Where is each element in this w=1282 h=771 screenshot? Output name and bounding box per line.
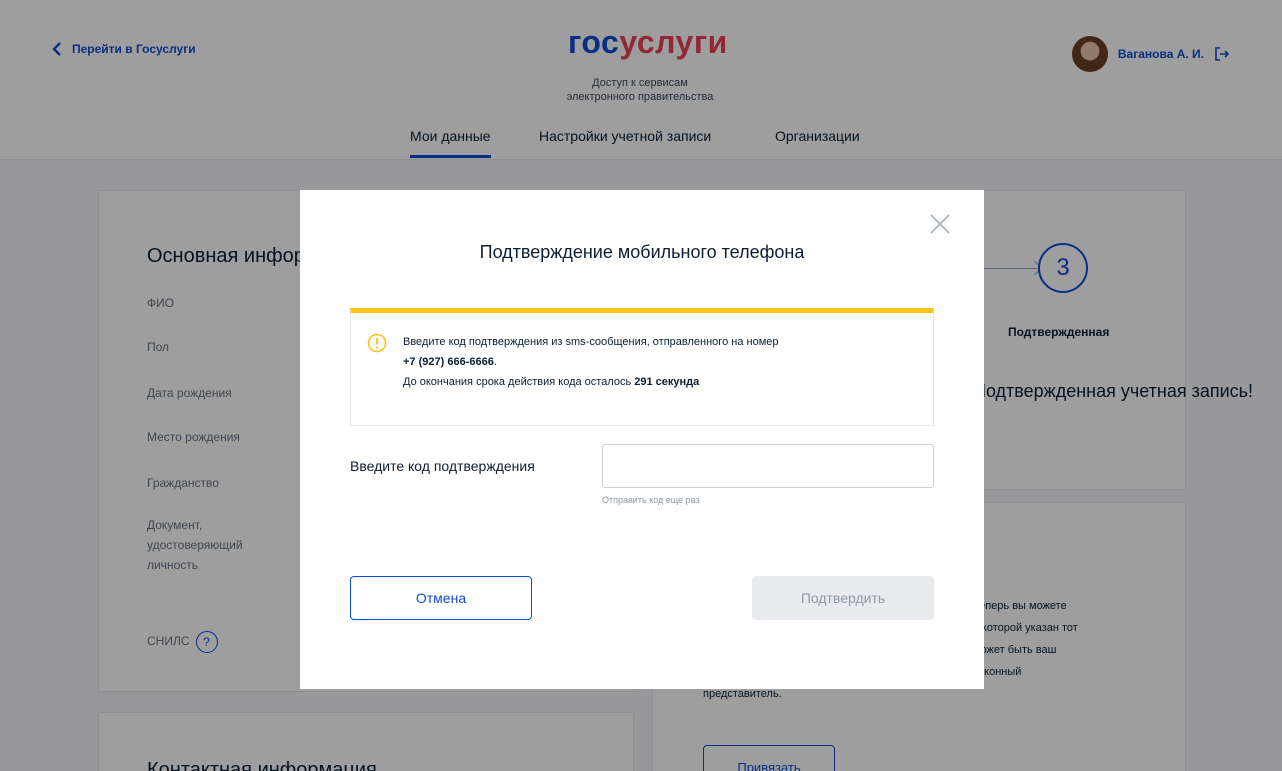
sms-alert: Введите код подтверждения из sms-сообщен…	[350, 308, 934, 426]
modal-title: Подтверждение мобильного телефона	[479, 242, 805, 262]
alert-line-3: До окончания срока действия кода осталос…	[403, 372, 923, 392]
alert-text: Введите код подтверждения из sms-сообщен…	[403, 332, 923, 392]
phone-suffix: .	[493, 356, 497, 368]
code-label: Введите код подтверждения	[350, 458, 535, 474]
cancel-button[interactable]: Отмена	[350, 576, 532, 620]
confirmation-code-input[interactable]	[602, 444, 934, 488]
timer-prefix: До окончания срока действия кода осталос…	[403, 376, 632, 388]
phone-number: +7 (927) 666-6666	[403, 356, 494, 368]
phone-confirmation-modal: Подтверждение мобильного телефона Введит…	[300, 190, 984, 689]
confirm-button[interactable]: Подтвердить	[752, 576, 934, 620]
close-icon[interactable]	[928, 212, 952, 236]
timer-value: 291 секунда	[634, 376, 700, 388]
alert-line-1: Введите код подтверждения из sms-сообщен…	[403, 336, 779, 348]
resend-code-link[interactable]: Отправить код еще раз	[602, 495, 700, 505]
warning-icon	[367, 333, 387, 353]
alert-line-2: +7 (927) 666-6666.	[403, 352, 923, 372]
